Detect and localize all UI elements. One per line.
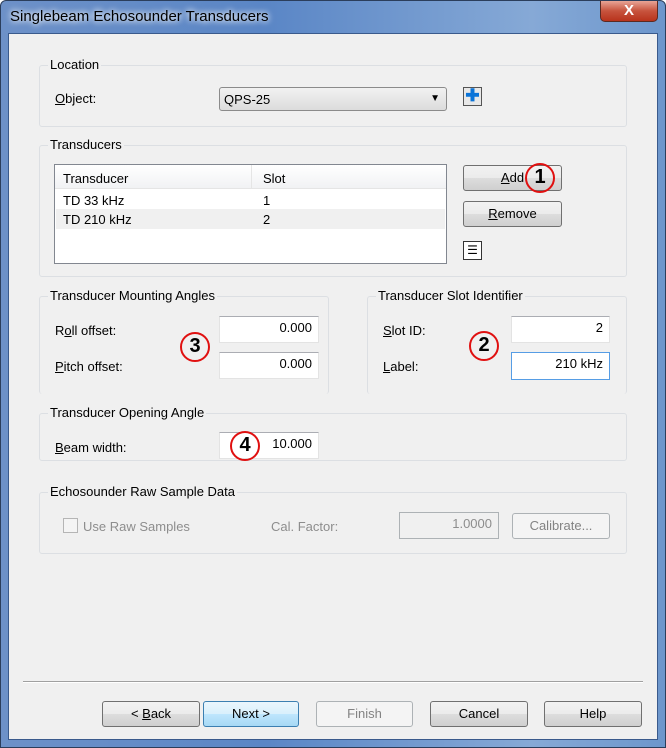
back-button[interactable]: < Back [102,701,200,727]
mounting-title: Transducer Mounting Angles [48,288,218,303]
label-label: Label: [383,359,419,374]
transducer-name: TD 33 kHz [63,193,125,208]
close-button[interactable]: X [600,1,658,22]
roll-offset-input[interactable]: 0.000 [219,316,319,343]
table-row[interactable]: TD 210 kHz 2 [56,209,445,229]
location-title: Location [48,57,102,72]
column-header-slot[interactable]: Slot [263,171,285,186]
help-button[interactable]: Help [544,701,642,727]
transducer-name: TD 210 kHz [63,212,132,227]
annotation-badge-1: 1 [525,163,555,193]
transducer-slot: 2 [263,212,271,227]
annotation-badge-3: 3 [180,332,210,362]
calibrate-button[interactable]: Calibrate... [512,513,610,539]
slot-id-input[interactable]: 2 [511,316,610,343]
annotation-badge-4: 4 [230,431,260,461]
object-value: QPS-25 [224,92,271,107]
pitch-offset-input[interactable]: 0.000 [219,352,319,379]
transducer-slot: 1 [263,193,271,208]
raw-title: Echosounder Raw Sample Data [48,484,237,499]
finish-button[interactable]: Finish [316,701,413,727]
transducer-list[interactable]: Transducer Slot TD 33 kHz 1 TD 210 kHz 2 [54,164,447,264]
object-label: Object: [55,91,97,106]
transducers-title: Transducers [48,137,124,152]
label-input[interactable]: 210 kHz [511,352,610,380]
use-raw-samples-checkbox[interactable] [63,518,78,533]
remove-button[interactable]: Remove [463,201,562,227]
annotation-badge-2: 2 [469,331,499,361]
list-header: Transducer Slot [55,165,446,189]
slot-title: Transducer Slot Identifier [376,288,525,303]
cal-factor-label: Cal. Factor: [271,519,339,534]
add-object-icon[interactable]: ✚ [463,87,482,106]
roll-offset-label: Roll offset: [55,323,117,338]
next-button[interactable]: Next > [203,701,299,727]
slot-id-label: Slot ID: [383,323,426,338]
opening-group: Transducer Opening Angle [39,405,627,461]
column-header-transducer[interactable]: Transducer [63,171,128,186]
cancel-button[interactable]: Cancel [430,701,528,727]
window-title: Singlebeam Echosounder Transducers [10,8,269,25]
properties-icon[interactable]: ☰ [463,241,482,260]
opening-title: Transducer Opening Angle [48,405,207,420]
pitch-offset-label: Pitch offset: [55,359,123,374]
beam-width-label: Beam width: [55,440,127,455]
footer-separator [23,681,643,683]
use-raw-samples-label: Use Raw Samples [83,519,190,534]
table-row[interactable]: TD 33 kHz 1 [55,189,446,209]
object-dropdown[interactable]: QPS-25 ▼ [219,87,447,111]
chevron-down-icon: ▼ [430,93,440,104]
cal-factor-input[interactable]: 1.0000 [399,512,499,539]
